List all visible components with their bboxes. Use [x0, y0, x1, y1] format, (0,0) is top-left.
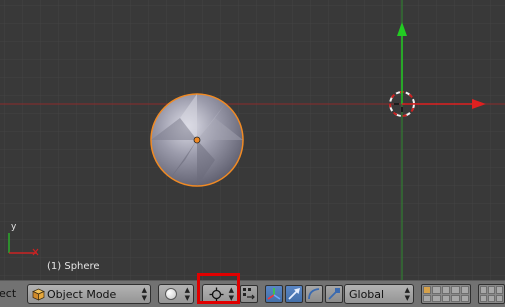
mode-select-label: Object Mode: [47, 288, 117, 301]
layer-button[interactable]: [441, 286, 451, 294]
sphere-object: [150, 93, 244, 187]
layer-button[interactable]: [460, 294, 469, 302]
transform-orientation-select[interactable]: Global ▲ ▼: [344, 284, 414, 304]
updown-arrows-icon: ▲ ▼: [184, 286, 190, 302]
axis-label-y: y: [11, 222, 17, 232]
viewport-shading-select[interactable]: ▲ ▼: [158, 284, 194, 304]
manipulate-center-points-button[interactable]: [240, 285, 258, 303]
rotate-manipulator-button[interactable]: [305, 285, 323, 303]
cube-icon: [32, 288, 45, 301]
translate-icon: [288, 288, 300, 300]
align-icon: [243, 288, 255, 300]
layer-button[interactable]: [432, 286, 441, 294]
rotate-icon: [308, 288, 320, 300]
grid-floor: [0, 0, 505, 280]
translate-manipulator-button[interactable]: [285, 285, 303, 303]
viewport-scene: y: [0, 0, 505, 280]
layer-1-button[interactable]: [423, 286, 432, 294]
layer-button[interactable]: [496, 294, 503, 302]
layer-buttons-group-2[interactable]: [478, 284, 505, 304]
scale-icon: [328, 288, 340, 300]
viewport-header: ect Object Mode ▲ ▼ ▲ ▼ ▲ ▼ Global ▲ ▼: [0, 280, 505, 307]
transform-orientation-label: Global: [349, 288, 385, 301]
layer-button[interactable]: [451, 286, 460, 294]
origin-dot: [193, 136, 201, 144]
manipulator-toggle-button[interactable]: [265, 285, 283, 303]
layer-button[interactable]: [451, 294, 460, 302]
solid-sphere-icon: [165, 288, 177, 300]
layer-button[interactable]: [480, 286, 487, 294]
object-info-label: (1) Sphere: [47, 261, 100, 272]
mode-select[interactable]: Object Mode ▲ ▼: [27, 284, 151, 304]
layer-buttons-group-1[interactable]: [421, 284, 471, 304]
layer-button[interactable]: [441, 294, 451, 302]
layer-button[interactable]: [480, 294, 487, 302]
updown-arrows-icon: ▲ ▼: [404, 286, 410, 302]
scale-manipulator-button[interactable]: [325, 285, 343, 303]
updown-arrows-icon: ▲ ▼: [141, 286, 147, 302]
layer-button[interactable]: [496, 286, 503, 294]
select-menu-label[interactable]: ect: [0, 287, 16, 300]
layer-button[interactable]: [423, 294, 432, 302]
layer-button[interactable]: [460, 286, 469, 294]
manipulator-toggle-icon: [267, 288, 281, 300]
layer-button[interactable]: [488, 286, 495, 294]
3d-viewport[interactable]: y (1) Sphere: [0, 0, 505, 280]
layer-button[interactable]: [488, 294, 495, 302]
pivot-highlight-box: [197, 273, 240, 304]
layer-button[interactable]: [432, 294, 441, 302]
